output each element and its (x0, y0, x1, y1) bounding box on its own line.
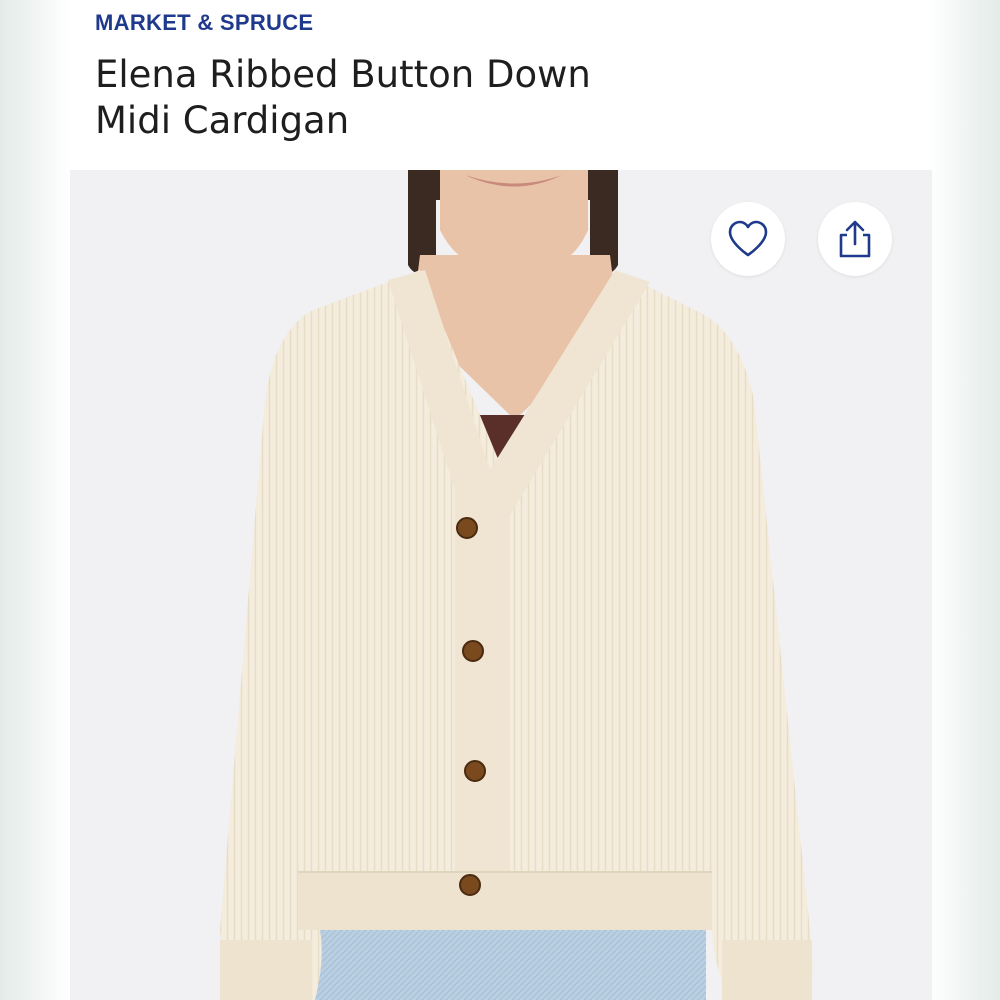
product-title: Elena Ribbed Button Down Midi Cardigan (95, 52, 875, 144)
product-header: MARKET & SPRUCE Elena Ribbed Button Down… (70, 0, 932, 170)
jeans (288, 922, 706, 1000)
right-cuff (722, 940, 812, 1000)
hem-band (298, 872, 712, 930)
share-button[interactable] (818, 202, 892, 276)
product-title-line-2: Midi Cardigan (95, 99, 350, 142)
cardigan-photo (220, 170, 813, 1000)
product-title-line-1: Elena Ribbed Button Down (95, 53, 591, 96)
left-cuff (220, 940, 312, 1000)
cardigan-button (462, 640, 484, 662)
cardigan-button (459, 874, 481, 896)
cardigan-button (464, 760, 486, 782)
brand-link[interactable]: MARKET & SPRUCE (95, 10, 313, 36)
favorite-button[interactable] (711, 202, 785, 276)
cardigan-button (456, 517, 478, 539)
product-card: MARKET & SPRUCE Elena Ribbed Button Down… (70, 0, 932, 1000)
product-image[interactable] (70, 170, 932, 1000)
heart-icon (728, 220, 768, 257)
share-icon (839, 220, 871, 258)
